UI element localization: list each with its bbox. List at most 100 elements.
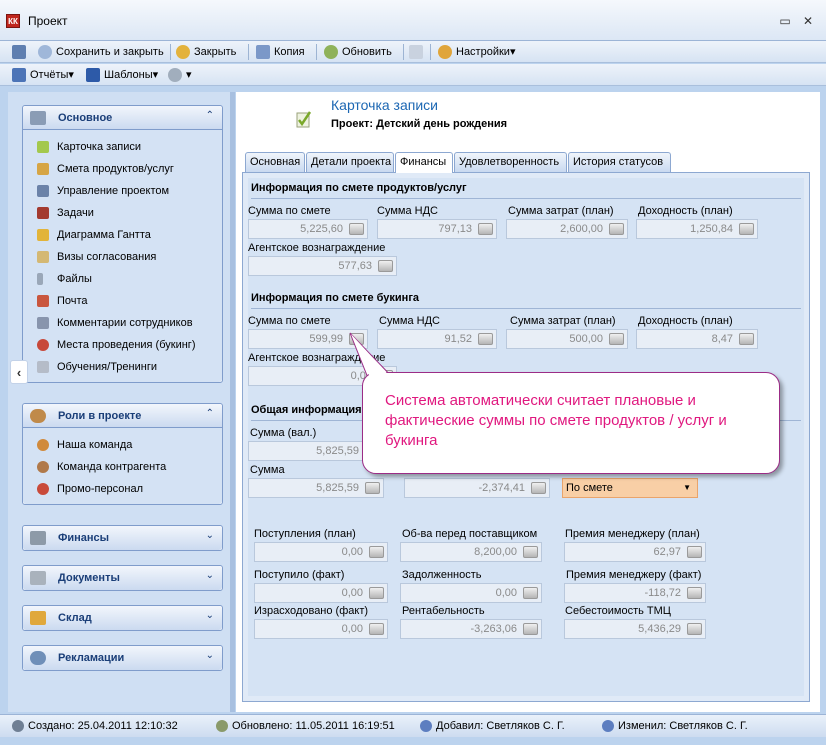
tab-finance[interactable]: Финансы: [395, 152, 453, 173]
calculator-icon[interactable]: [739, 333, 754, 345]
templates-menu[interactable]: Шаблоны▾: [86, 67, 158, 83]
user-icon: [602, 720, 614, 733]
nav-group-documents[interactable]: Документы ⌄: [22, 565, 223, 591]
calculator-icon[interactable]: [378, 260, 393, 272]
close-button[interactable]: Закрыть: [176, 44, 236, 60]
promo-staff-icon: [37, 483, 49, 496]
nav-group-claims[interactable]: Рекламации ⌄: [22, 645, 223, 671]
booking-profit-field[interactable]: 8,47: [636, 329, 758, 349]
venues-icon: [37, 339, 49, 352]
updated-icon: [216, 720, 228, 733]
collapse-sidebar-button[interactable]: ‹: [10, 360, 28, 384]
chevron-up-icon[interactable]: ⌃: [206, 408, 214, 419]
booking-cost-field[interactable]: 500,00: [506, 329, 628, 349]
general-sum-field[interactable]: 5,825,59: [248, 478, 384, 498]
nav-item-files[interactable]: Файлы: [23, 268, 222, 290]
bonus-fact-label: Премия менеджеру (факт): [566, 569, 702, 581]
approvals-icon: [37, 251, 49, 264]
save-close-button[interactable]: Сохранить и закрыть: [38, 44, 164, 60]
bonus-fact-field[interactable]: -118,72: [564, 583, 706, 603]
calculator-icon[interactable]: [349, 223, 364, 235]
chevron-down-icon[interactable]: ⌄: [206, 610, 214, 621]
calculator-icon[interactable]: [523, 623, 538, 635]
refresh-button[interactable]: Обновить: [324, 44, 392, 60]
income-fact-field[interactable]: 0,00: [254, 583, 388, 603]
nav-group-warehouse[interactable]: Склад ⌄: [22, 605, 223, 631]
reports-menu[interactable]: Отчёты▾: [12, 67, 74, 83]
tab-project-details[interactable]: Детали проекта: [306, 152, 394, 172]
bonus-plan-field[interactable]: 62,97: [564, 542, 706, 562]
main-toolbar: Сохранить и закрыть Закрыть Копия Обнови…: [0, 41, 826, 63]
nav-group-main-header[interactable]: Основное ⌃: [23, 106, 222, 130]
tab-basic[interactable]: Основная: [245, 152, 305, 172]
nav-item-estimate[interactable]: Смета продуктов/услуг: [23, 158, 222, 180]
products-profit-field[interactable]: 1,250,84: [636, 219, 758, 239]
calculator-icon[interactable]: [531, 482, 546, 494]
chevron-up-icon[interactable]: ⌃: [206, 110, 214, 121]
copy-button[interactable]: Копия: [256, 44, 305, 60]
nav-item-venues[interactable]: Места проведения (букинг): [23, 334, 222, 356]
calc-mode-select[interactable]: По смете ▼: [562, 478, 698, 498]
calculator-icon[interactable]: [609, 223, 624, 235]
calculator-icon[interactable]: [369, 623, 384, 635]
tmc-cost-field[interactable]: 5,436,29: [564, 619, 706, 639]
products-sum-field[interactable]: 5,225,60: [248, 219, 368, 239]
nav-item-trainings[interactable]: Обучения/Тренинги: [23, 356, 222, 378]
calculator-icon[interactable]: [369, 587, 384, 599]
nav-item-card[interactable]: Карточка записи: [23, 136, 222, 158]
tab-status-history[interactable]: История статусов: [568, 152, 671, 172]
word-icon: [86, 68, 100, 83]
calculator-icon[interactable]: [478, 333, 493, 345]
nav-group-roles-header[interactable]: Роли в проекте ⌃: [23, 404, 222, 428]
nav-item-contractor-team[interactable]: Команда контрагента: [23, 456, 222, 478]
close-window-button[interactable]: ✕: [800, 14, 816, 28]
nav-item-mail[interactable]: Почта: [23, 290, 222, 312]
products-vat-field[interactable]: 797,13: [377, 219, 497, 239]
nav-item-promo-staff[interactable]: Промо-персонал: [23, 478, 222, 500]
calculator-icon[interactable]: [478, 223, 493, 235]
products-profit-label: Доходность (план): [638, 205, 733, 217]
chevron-down-icon[interactable]: ⌄: [206, 570, 214, 581]
navigation-sidebar: Основное ⌃ Карточка записи Смета продукт…: [8, 92, 230, 712]
calculator-icon[interactable]: [349, 333, 364, 345]
calculator-icon[interactable]: [687, 623, 702, 635]
calculator-icon[interactable]: [369, 546, 384, 558]
nav-item-tasks[interactable]: Задачи: [23, 202, 222, 224]
nav-item-gantt[interactable]: Диаграмма Гантта: [23, 224, 222, 246]
booking-vat-field[interactable]: 91,52: [377, 329, 497, 349]
products-agent-field[interactable]: 577,63: [248, 256, 397, 276]
tab-satisfaction[interactable]: Удовлетворенность: [454, 152, 567, 172]
calculator-icon[interactable]: [365, 482, 380, 494]
calculator-icon[interactable]: [687, 587, 702, 599]
nav-group-finance[interactable]: Финансы ⌄: [22, 525, 223, 551]
status-added-by: Добавил: Светляков С. Г.: [420, 720, 565, 733]
print-menu[interactable]: ▾: [168, 67, 192, 83]
chevron-down-icon[interactable]: ⌄: [206, 530, 214, 541]
calculator-icon[interactable]: [523, 587, 538, 599]
calculator-icon[interactable]: [523, 546, 538, 558]
nav-item-our-team[interactable]: Наша команда: [23, 434, 222, 456]
products-cost-field[interactable]: 2,600,00: [506, 219, 628, 239]
spent-fact-field[interactable]: 0,00: [254, 619, 388, 639]
calculator-icon[interactable]: [739, 223, 754, 235]
nav-item-project-management[interactable]: Управление проектом: [23, 180, 222, 202]
calculator-icon[interactable]: [609, 333, 624, 345]
chevron-down-icon[interactable]: ⌄: [206, 650, 214, 661]
profitability-field[interactable]: -3,263,06: [400, 619, 542, 639]
gantt-icon: [37, 229, 49, 242]
income-plan-field[interactable]: 0,00: [254, 542, 388, 562]
restore-button[interactable]: ▭: [777, 14, 793, 28]
save-icon[interactable]: [12, 44, 30, 60]
printer-icon: [168, 68, 182, 83]
status-bar: Создано: 25.04.2011 12:10:32 Обновлено: …: [0, 714, 826, 737]
debt-field[interactable]: 0,00: [400, 583, 542, 603]
supplier-debt-field[interactable]: 8,200,00: [400, 542, 542, 562]
calculator-icon[interactable]: [687, 546, 702, 558]
booking-sum-field[interactable]: 599,99: [248, 329, 368, 349]
general-partial-field[interactable]: -2,374,41: [404, 478, 550, 498]
settings-button[interactable]: Настройки▾: [438, 44, 515, 60]
card-checkmark-icon: [296, 111, 312, 128]
nav-item-approvals[interactable]: Визы согласования: [23, 246, 222, 268]
nav-item-comments[interactable]: Комментарии сотрудников: [23, 312, 222, 334]
panel-splitter[interactable]: [230, 92, 235, 712]
